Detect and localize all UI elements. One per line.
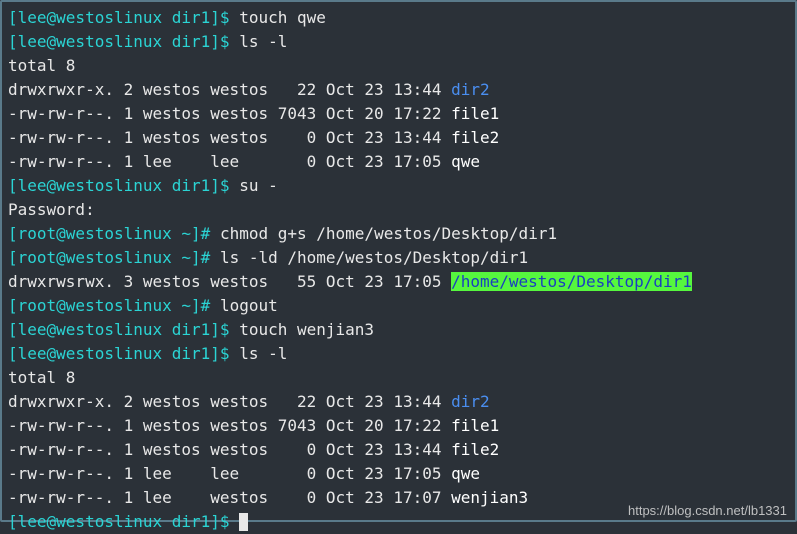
watermark: https://blog.csdn.net/lb1331	[628, 501, 787, 521]
cursor	[239, 513, 248, 531]
terminal-line: total 8	[8, 366, 789, 390]
terminal-line: -rw-rw-r--. 1 westos westos 7043 Oct 20 …	[8, 102, 789, 126]
terminal-line: -rw-rw-r--. 1 westos westos 0 Oct 23 13:…	[8, 438, 789, 462]
terminal-line: total 8	[8, 54, 789, 78]
terminal-line: [root@westoslinux ~]# logout	[8, 294, 789, 318]
terminal-line: [lee@westoslinux dir1]$ touch qwe	[8, 6, 789, 30]
terminal-line: drwxrwxr-x. 2 westos westos 22 Oct 23 13…	[8, 390, 789, 414]
terminal-line: drwxrwsrwx. 3 westos westos 55 Oct 23 17…	[8, 270, 789, 294]
terminal-line: -rw-rw-r--. 1 westos westos 7043 Oct 20 …	[8, 414, 789, 438]
terminal-line: [lee@westoslinux dir1]$ su -	[8, 174, 789, 198]
terminal-line: -rw-rw-r--. 1 lee lee 0 Oct 23 17:05 qwe	[8, 150, 789, 174]
terminal-line: [root@westoslinux ~]# chmod g+s /home/we…	[8, 222, 789, 246]
terminal-line: [lee@westoslinux dir1]$ touch wenjian3	[8, 318, 789, 342]
terminal-line: -rw-rw-r--. 1 westos westos 0 Oct 23 13:…	[8, 126, 789, 150]
terminal[interactable]: [lee@westoslinux dir1]$ touch qwe[lee@we…	[0, 0, 797, 522]
terminal-line: [root@westoslinux ~]# ls -ld /home/westo…	[8, 246, 789, 270]
terminal-line: [lee@westoslinux dir1]$ ls -l	[8, 30, 789, 54]
terminal-line: drwxrwxr-x. 2 westos westos 22 Oct 23 13…	[8, 78, 789, 102]
terminal-line: -rw-rw-r--. 1 lee lee 0 Oct 23 17:05 qwe	[8, 462, 789, 486]
terminal-line: Password:	[8, 198, 789, 222]
terminal-line: [lee@westoslinux dir1]$ ls -l	[8, 342, 789, 366]
